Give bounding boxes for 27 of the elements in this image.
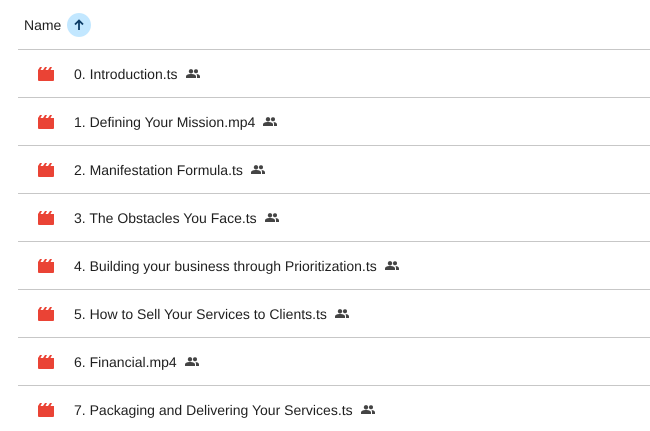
file-name[interactable]: 5. How to Sell Your Services to Clients.ts — [74, 306, 327, 322]
file-name[interactable]: 6. Financial.mp4 — [74, 354, 177, 370]
file-name[interactable]: 4. Building your business through Prioritization.ts — [74, 258, 377, 274]
shared-people-icon — [334, 309, 349, 318]
video-file-icon — [38, 210, 54, 224]
sort-button[interactable] — [67, 12, 92, 36]
file-name[interactable]: 7. Packaging and Delivering Your Services.ts — [74, 402, 353, 418]
shared-people-icon — [186, 69, 200, 78]
file-name[interactable]: 1. Defining Your Mission.mp4 — [74, 114, 256, 130]
video-file-icon — [38, 354, 54, 368]
video-file-icon — [38, 162, 54, 176]
file-name[interactable]: 3. The Obstacles You Face.ts — [74, 210, 257, 226]
video-file-icon — [38, 306, 54, 320]
file-name[interactable]: 2. Manifestation Formula.ts — [74, 162, 243, 178]
video-file-icon — [38, 402, 54, 416]
shared-people-icon — [384, 261, 399, 270]
file-name[interactable]: 0. Introduction.ts — [74, 66, 178, 82]
video-file-icon — [38, 114, 54, 128]
shared-people-icon — [184, 357, 199, 366]
shared-people-icon — [263, 117, 278, 126]
shared-people-icon — [250, 165, 265, 174]
video-file-icon — [38, 258, 54, 272]
video-file-icon — [38, 66, 54, 80]
shared-people-icon — [264, 213, 279, 222]
arrow-up-icon — [72, 18, 86, 32]
shared-people-icon — [360, 405, 375, 414]
name-column-header[interactable]: Name — [24, 16, 62, 32]
